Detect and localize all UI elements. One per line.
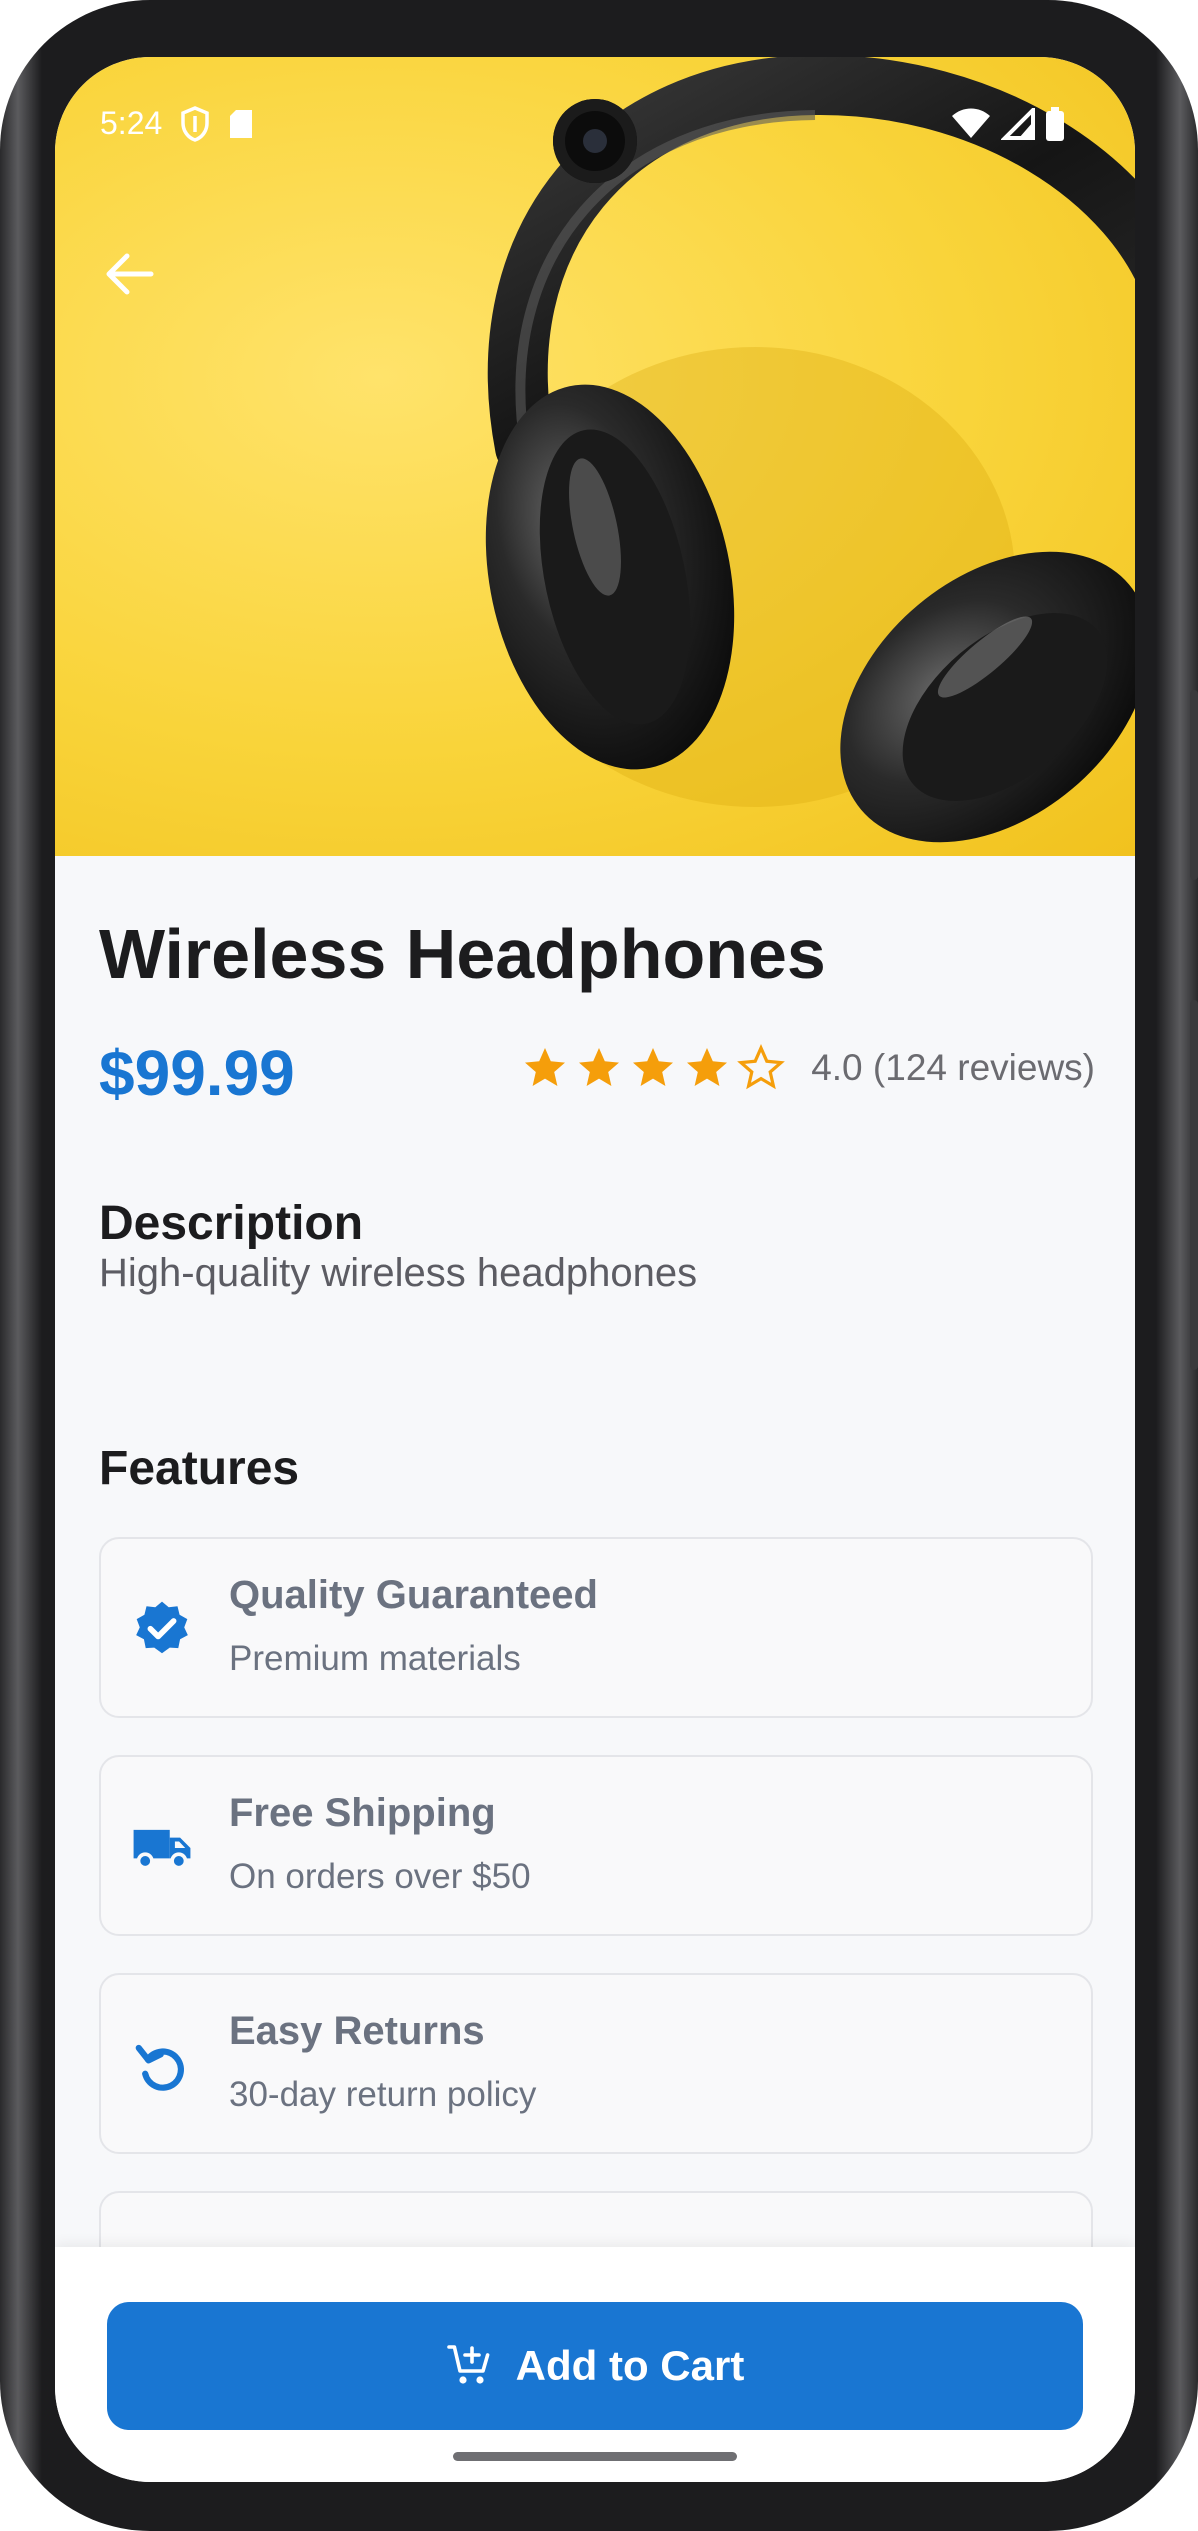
star-outline-icon — [737, 1044, 786, 1090]
signal-icon — [1001, 108, 1035, 140]
feature-title: Free Shipping — [229, 1791, 496, 1835]
back-button[interactable] — [95, 239, 165, 309]
product-price: $99.99 — [99, 1037, 295, 1109]
wifi-icon — [952, 108, 990, 138]
return-icon — [135, 2044, 184, 2091]
screen: 5:24 Wireless Headphones $99.99 4.0 (124… — [55, 57, 1135, 2482]
description-heading: Description — [99, 1197, 364, 1250]
feature-card: Easy Returns 30-day return policy — [99, 1973, 1093, 2154]
feature-subtitle: Premium materials — [229, 1639, 521, 1678]
sd-card-icon — [230, 109, 253, 138]
status-time: 5:24 — [100, 105, 163, 141]
power-button — [1190, 690, 1198, 880]
star-filled-icon — [525, 1048, 566, 1086]
volume-button — [1190, 1000, 1198, 1370]
feature-card: Quality Guaranteed Premium materials — [99, 1537, 1093, 1718]
status-bar: 5:24 — [100, 105, 254, 142]
shield-icon — [181, 105, 210, 142]
star-filled-icon — [579, 1048, 620, 1086]
description-text: High-quality wireless headphones — [99, 1251, 698, 1295]
rating-text: 4.0 (124 reviews) — [811, 1047, 1095, 1088]
feature-subtitle: 30-day return policy — [229, 2075, 537, 2114]
product-image: 5:24 — [55, 57, 1135, 856]
verified-badge-icon — [136, 1601, 188, 1654]
star-rating — [521, 1044, 786, 1092]
status-icons — [951, 107, 1065, 141]
product-title: Wireless Headphones — [99, 915, 826, 993]
feature-title: Easy Returns — [229, 2009, 485, 2053]
add-to-cart-label: Add to Cart — [515, 2342, 745, 2389]
features-heading: Features — [99, 1442, 300, 1495]
feature-title: Quality Guaranteed — [229, 1573, 598, 1617]
arrow-left-icon — [106, 253, 154, 295]
bottom-action-bar: Add to Cart — [55, 2247, 1135, 2482]
home-indicator[interactable] — [453, 2452, 737, 2461]
front-camera — [553, 99, 637, 183]
phone-frame: 5:24 Wireless Headphones $99.99 4.0 (124… — [0, 0, 1198, 2531]
truck-icon — [133, 1829, 191, 1870]
rating: 4.0 (124 reviews) — [521, 1044, 1095, 1092]
add-to-cart-button[interactable]: Add to Cart — [107, 2302, 1083, 2430]
star-filled-icon — [687, 1048, 728, 1086]
feature-card: Free Shipping On orders over $50 — [99, 1755, 1093, 1936]
battery-icon — [1046, 107, 1064, 141]
star-filled-icon — [633, 1048, 674, 1086]
feature-subtitle: On orders over $50 — [229, 1857, 531, 1896]
add-shopping-cart-icon — [446, 2345, 490, 2384]
